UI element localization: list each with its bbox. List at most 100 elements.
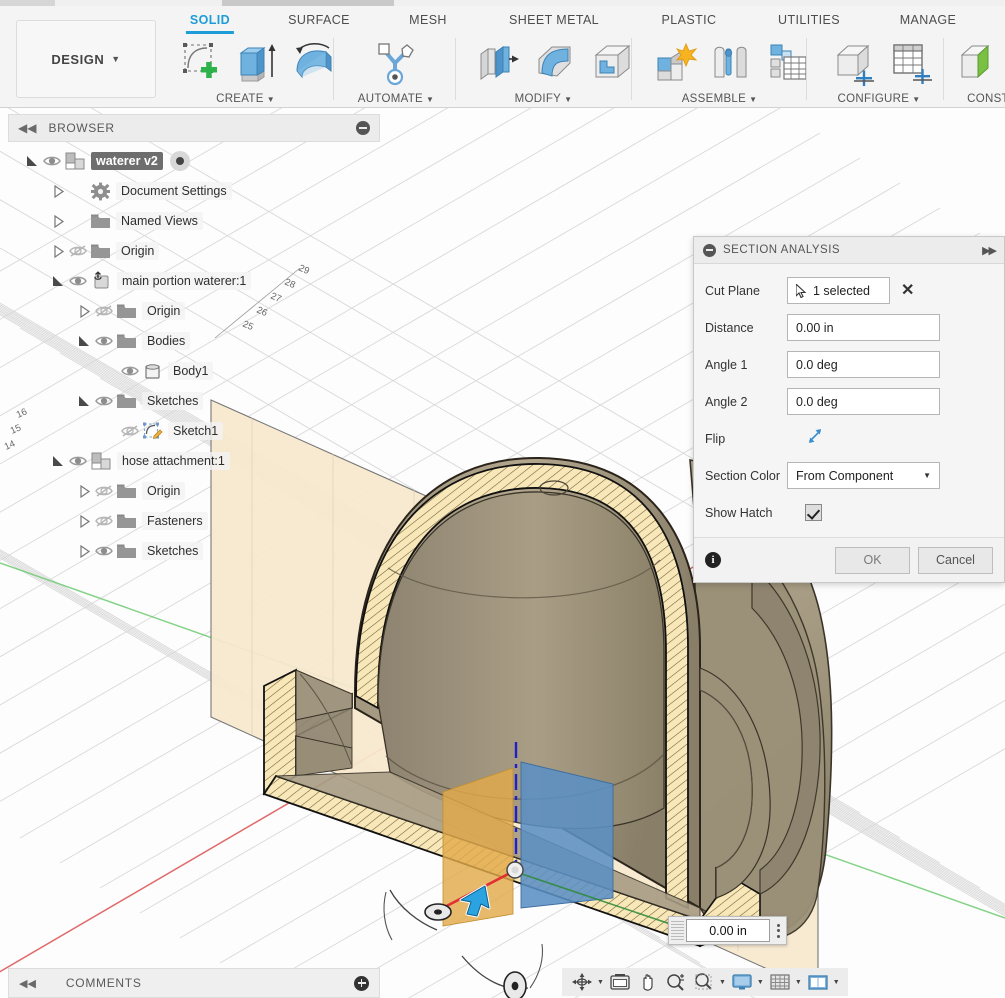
collapse-left-icon[interactable]: ◀◀ [18,122,36,134]
twist-open-icon[interactable] [52,455,65,468]
distance-input[interactable]: 0.00 in [787,314,940,341]
folder-icon [116,512,137,531]
tab-solid[interactable]: SOLID [185,13,235,34]
drag-grip-icon[interactable] [671,921,684,940]
eye-visible-icon[interactable] [94,393,114,409]
fillet-icon[interactable] [530,37,580,87]
twist-open-icon[interactable] [52,275,65,288]
ribbon-group-modify-label[interactable]: MODIFY ▼ [515,93,573,105]
ok-button[interactable]: OK [835,546,910,574]
twist-closed-icon[interactable] [78,514,91,528]
eye-hidden-icon[interactable] [120,423,140,439]
flip-arrows-icon[interactable] [805,426,825,451]
twist-closed-icon[interactable] [52,244,65,258]
extrude-icon[interactable] [231,37,281,87]
zoom-window-icon[interactable]: ▼ [692,971,726,993]
ribbon-group-construct-label[interactable]: CONST [967,93,1005,105]
tree-row[interactable]: waterer v2 [8,146,380,176]
eye-hidden-icon[interactable] [94,513,114,529]
orbit-icon[interactable]: ▼ [570,971,604,993]
twist-closed-icon[interactable] [52,184,65,198]
tree-row[interactable]: Document Settings [8,176,380,206]
tab-sheet-metal[interactable]: SHEET METAL [509,13,599,27]
shell-icon[interactable] [587,37,637,87]
eye-visible-icon[interactable] [68,453,88,469]
angle2-input[interactable]: 0.0 deg [787,388,940,415]
cut-plane-selection[interactable]: 1 selected [787,277,890,304]
field-row-angle2: Angle 2 0.0 deg [705,383,993,420]
tab-plastic[interactable]: PLASTIC [662,13,717,27]
eye-visible-icon[interactable] [94,543,114,559]
twist-closed-icon[interactable] [78,544,91,558]
tree-row[interactable]: hose attachment:1 [8,446,380,476]
zoom-icon[interactable] [664,971,688,993]
tree-row[interactable]: Sketches [8,536,380,566]
eye-visible-icon[interactable] [68,273,88,289]
tab-manage[interactable]: MANAGE [900,13,957,27]
ribbon-separator [455,38,456,100]
distance-value-input[interactable]: 0.00 in [686,919,770,942]
offset-plane-icon[interactable] [954,37,1004,87]
ribbon-group-assemble-label[interactable]: ASSEMBLE ▼ [682,93,758,105]
tree-row[interactable]: Bodies [8,326,380,356]
minimize-icon[interactable] [703,243,716,257]
show-hatch-checkbox[interactable] [805,504,822,521]
tree-row[interactable]: Fasteners [8,506,380,536]
eye-visible-icon[interactable] [42,153,62,169]
section-color-select[interactable]: From Component ▼ [787,462,940,489]
activate-component-radio[interactable] [169,151,190,171]
twist-open-icon[interactable] [78,395,91,408]
ribbon-group-configure-label[interactable]: CONFIGURE ▼ [838,93,921,105]
new-component-icon[interactable] [649,37,699,87]
tree-row[interactable]: Named Views [8,206,380,236]
collapse-left-icon[interactable]: ◀◀ [19,977,36,990]
automate-icon[interactable] [370,37,420,87]
twist-closed-icon[interactable] [78,484,91,498]
eye-hidden-icon[interactable] [94,303,114,319]
tree-row[interactable]: Body1 [8,356,380,386]
minimize-icon[interactable] [356,121,370,135]
twist-closed-icon[interactable] [78,304,91,318]
twist-open-icon[interactable] [78,335,91,348]
tree-row[interactable]: main portion waterer:1 [8,266,380,296]
eye-hidden-icon[interactable] [68,243,88,259]
configure-table-icon[interactable] [887,37,937,87]
info-icon[interactable]: i [705,552,721,568]
view-front-icon[interactable] [608,971,632,993]
joint-icon[interactable] [706,37,756,87]
eye-visible-icon[interactable] [94,333,114,349]
grid-snaps-icon[interactable]: ▼ [768,971,802,993]
cancel-button[interactable]: Cancel [918,546,993,574]
tree-row[interactable]: Sketches [8,386,380,416]
eye-visible-icon[interactable] [120,363,140,379]
angle1-input[interactable]: 0.0 deg [787,351,940,378]
tree-row[interactable]: Origin [8,236,380,266]
create-sketch-icon[interactable] [174,37,224,87]
ribbon-group-create-label[interactable]: CREATE ▼ [216,93,275,105]
twist-closed-icon[interactable] [52,214,65,228]
twist-open-icon[interactable] [26,155,39,168]
tree-row[interactable]: Origin [8,476,380,506]
fast-forward-icon[interactable]: ▶▶ [982,244,997,257]
add-icon[interactable] [354,975,369,991]
close-icon[interactable]: ✕ [901,282,914,299]
ribbon-separator [943,38,944,100]
tree-row-label: Named Views [116,212,203,230]
tab-surface[interactable]: SURFACE [288,13,350,27]
more-options-icon[interactable] [770,923,786,938]
display-settings-icon[interactable]: ▼ [730,971,764,993]
ribbon-group-automate-label[interactable]: AUTOMATE ▼ [358,93,434,105]
tab-utilities[interactable]: UTILITIES [778,13,840,27]
configure-icon[interactable] [830,37,880,87]
tree-row[interactable]: Sketch1 [8,416,380,446]
folder-icon [116,392,137,411]
floating-distance-input[interactable]: 0.00 in [668,916,787,945]
revolve-icon[interactable] [288,37,338,87]
pan-icon[interactable] [636,971,660,993]
tab-plastic-label: PLASTIC [661,13,717,27]
viewports-icon[interactable]: ▼ [806,971,840,993]
press-pull-icon[interactable] [473,37,523,87]
tab-mesh[interactable]: MESH [409,13,447,27]
tree-row[interactable]: Origin [8,296,380,326]
eye-hidden-icon[interactable] [94,483,114,499]
